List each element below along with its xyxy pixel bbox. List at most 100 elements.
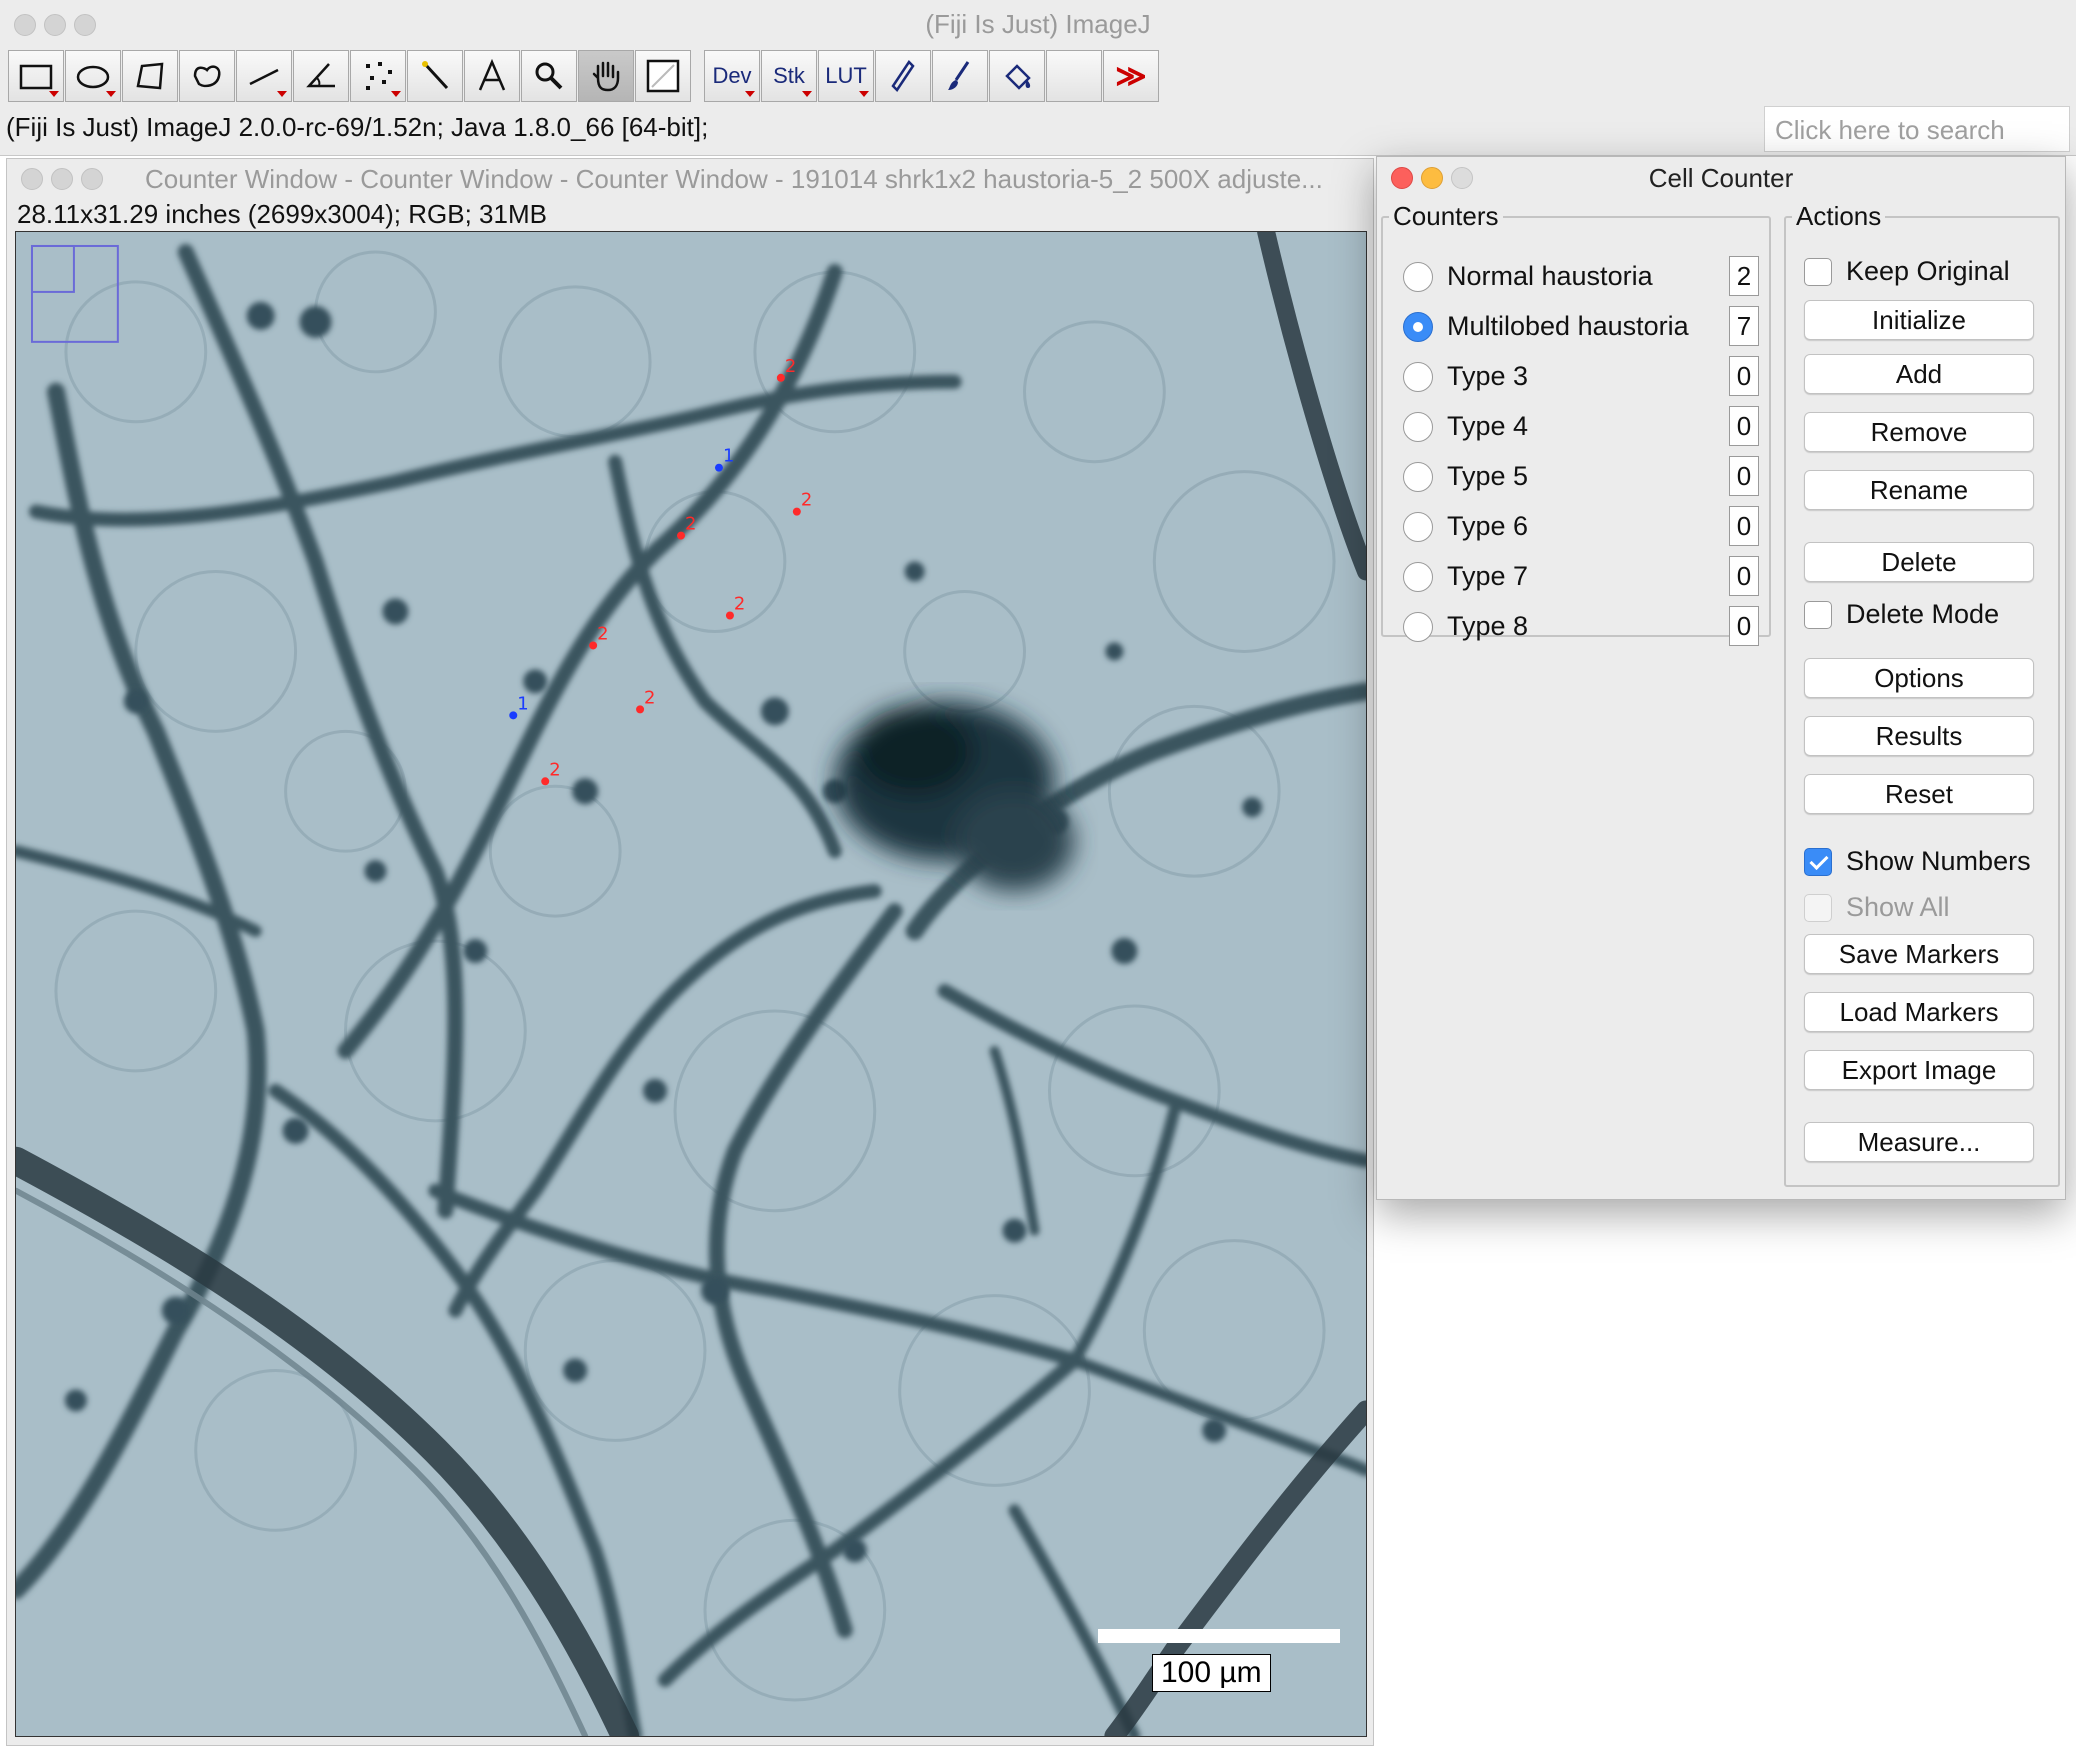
lut-menu-tool[interactable]: LUT — [818, 50, 874, 102]
counter-value: 7 — [1729, 306, 1759, 346]
counter-row[interactable]: Type 8 0 — [1397, 606, 1767, 646]
stk-menu-tool[interactable]: Stk — [761, 50, 817, 102]
counter-radio[interactable] — [1403, 612, 1433, 642]
wand-tool[interactable] — [407, 50, 463, 102]
counter-marker[interactable] — [509, 711, 518, 720]
imagej-main-window: (Fiji Is Just) ImageJ Dev Stk LUT ≫ (Fij… — [0, 0, 2076, 156]
counter-name: Type 5 — [1447, 461, 1529, 491]
marker-number: 2 — [644, 687, 655, 708]
scale-bar — [1098, 1629, 1340, 1643]
counters-legend: Counters — [1393, 201, 1499, 231]
counter-marker[interactable] — [541, 777, 550, 786]
results-button[interactable]: Results — [1804, 716, 2034, 756]
image-minimize-button[interactable] — [51, 168, 73, 190]
show-numbers-box[interactable] — [1804, 848, 1832, 876]
cc-close-button[interactable] — [1391, 167, 1413, 189]
remove-button[interactable]: Remove — [1804, 412, 2034, 452]
counter-radio[interactable] — [1403, 562, 1433, 592]
multipoint-tool[interactable] — [350, 50, 406, 102]
minimize-window-button[interactable] — [44, 14, 66, 36]
image-window-title: Counter Window - Counter Window - Counte… — [145, 164, 1323, 194]
empty-tool-slot[interactable] — [1046, 50, 1102, 102]
show-all-checkbox[interactable]: Show All — [1804, 890, 2054, 926]
actions-panel: Actions Keep Original Initialize Add Rem… — [1784, 201, 2060, 1187]
counter-marker[interactable] — [714, 463, 723, 472]
magnifier-tool[interactable] — [521, 50, 577, 102]
counter-radio[interactable] — [1403, 362, 1433, 392]
keep-original-box[interactable] — [1804, 258, 1832, 286]
counter-radio[interactable] — [1403, 312, 1433, 342]
zoom-window-button[interactable] — [74, 14, 96, 36]
counter-value: 0 — [1729, 556, 1759, 596]
flood-fill-tool[interactable] — [989, 50, 1045, 102]
color-picker-icon — [646, 59, 680, 93]
rectangle-tool[interactable] — [8, 50, 64, 102]
counter-radio[interactable] — [1403, 512, 1433, 542]
counter-marker[interactable] — [636, 705, 645, 714]
search-field[interactable]: Click here to search — [1764, 106, 2070, 152]
pencil-tool[interactable] — [875, 50, 931, 102]
image-close-button[interactable] — [21, 168, 43, 190]
hand-tool[interactable] — [578, 50, 634, 102]
add-button[interactable]: Add — [1804, 354, 2034, 394]
delete-button[interactable]: Delete — [1804, 542, 2034, 582]
oval-tool[interactable] — [65, 50, 121, 102]
angle-icon — [306, 63, 335, 88]
counter-radio[interactable] — [1403, 462, 1433, 492]
delete-mode-box[interactable] — [1804, 601, 1832, 629]
main-title: (Fiji Is Just) ImageJ — [925, 9, 1151, 39]
polygon-tool[interactable] — [122, 50, 178, 102]
image-zoom-button[interactable] — [81, 168, 103, 190]
counter-marker[interactable] — [589, 641, 598, 650]
measure-button[interactable]: Measure... — [1804, 1122, 2034, 1162]
line-tool[interactable] — [236, 50, 292, 102]
counter-row[interactable]: Normal haustoria 2 — [1397, 256, 1767, 296]
brush-tool[interactable] — [932, 50, 988, 102]
rename-button[interactable]: Rename — [1804, 470, 2034, 510]
save-markers-button[interactable]: Save Markers — [1804, 934, 2034, 974]
cc-zoom-button[interactable] — [1451, 167, 1473, 189]
counter-row[interactable]: Type 7 0 — [1397, 556, 1767, 596]
freehand-tool[interactable] — [179, 50, 235, 102]
oval-icon — [76, 65, 110, 89]
angle-tool[interactable] — [293, 50, 349, 102]
initialize-button[interactable]: Initialize — [1804, 300, 2034, 340]
lut-label: LUT — [825, 63, 867, 88]
counter-name: Type 4 — [1447, 411, 1529, 441]
counter-radio[interactable] — [1403, 412, 1433, 442]
hand-icon — [592, 61, 620, 92]
counter-row[interactable]: Type 6 0 — [1397, 506, 1767, 546]
delete-mode-checkbox[interactable]: Delete Mode — [1804, 597, 2054, 633]
micrograph: 1 1 2 2 2 2 2 2 2 — [16, 232, 1366, 1736]
keep-original-checkbox[interactable]: Keep Original — [1804, 254, 2054, 290]
show-all-box[interactable] — [1804, 894, 1832, 922]
delete-mode-label: Delete Mode — [1846, 599, 2000, 629]
options-button[interactable]: Options — [1804, 658, 2034, 698]
counter-value: 0 — [1729, 506, 1759, 546]
reset-button[interactable]: Reset — [1804, 774, 2034, 814]
more-tools-button[interactable]: ≫ — [1103, 50, 1159, 102]
show-all-label: Show All — [1846, 892, 1950, 922]
image-canvas[interactable]: 1 1 2 2 2 2 2 2 2 100 µm — [15, 231, 1367, 1737]
counter-marker[interactable] — [677, 531, 686, 540]
show-numbers-checkbox[interactable]: Show Numbers — [1804, 844, 2054, 880]
close-window-button[interactable] — [14, 14, 36, 36]
brush-icon — [948, 61, 970, 90]
counter-marker[interactable] — [792, 507, 801, 516]
rectangle-icon — [19, 64, 53, 90]
load-markers-button[interactable]: Load Markers — [1804, 992, 2034, 1032]
counter-row[interactable]: Type 3 0 — [1397, 356, 1767, 396]
counter-marker[interactable] — [776, 373, 785, 382]
text-tool[interactable] — [464, 50, 520, 102]
more-tools-label: ≫ — [1115, 59, 1147, 93]
counter-marker[interactable] — [725, 611, 734, 620]
counter-row[interactable]: Multilobed haustoria 7 — [1397, 306, 1767, 346]
export-image-button[interactable]: Export Image — [1804, 1050, 2034, 1090]
counter-row[interactable]: Type 4 0 — [1397, 406, 1767, 446]
color-picker-tool[interactable] — [635, 50, 691, 102]
counter-radio[interactable] — [1403, 262, 1433, 292]
dev-menu-tool[interactable]: Dev — [704, 50, 760, 102]
counter-row[interactable]: Type 5 0 — [1397, 456, 1767, 496]
cc-minimize-button[interactable] — [1421, 167, 1443, 189]
marker-number: 2 — [549, 759, 560, 780]
